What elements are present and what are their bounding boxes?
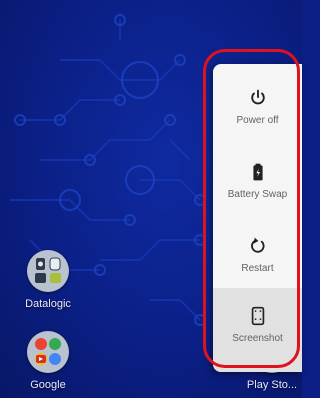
app-label-google: Google	[30, 379, 66, 391]
app-label-datalogic: Datalogic	[25, 298, 71, 310]
highlight-annotation	[203, 49, 300, 368]
app-label-play-store: Play Sto...	[246, 379, 298, 391]
datalogic-folder-icon	[27, 250, 69, 292]
google-folder-icon	[27, 331, 69, 373]
app-google[interactable]: Google	[18, 331, 78, 391]
app-datalogic[interactable]: Datalogic	[18, 250, 78, 310]
